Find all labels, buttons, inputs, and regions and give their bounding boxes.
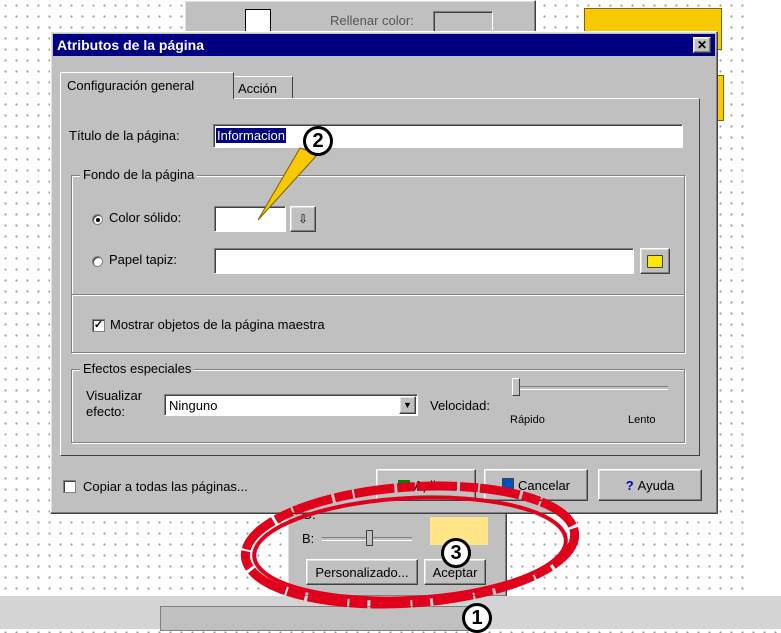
fill-color-label: Rellenar color: xyxy=(330,13,414,28)
cancel-button[interactable]: Cancelar xyxy=(484,469,588,501)
speed-slider-track[interactable] xyxy=(516,386,668,390)
close-button[interactable]: ✕ xyxy=(693,37,711,53)
tab-general[interactable]: Configuración general xyxy=(60,72,234,99)
page-title-input[interactable]: Informacion xyxy=(213,124,683,148)
b-slider-thumb[interactable] xyxy=(366,530,373,546)
effect-select-value: Ninguno xyxy=(169,398,218,413)
callout-3: 3 xyxy=(441,538,471,568)
solid-color-swatch[interactable] xyxy=(214,206,286,232)
chevron-down-icon: ▼ xyxy=(403,400,412,410)
arrow-down-icon: ⇩ xyxy=(297,212,309,226)
visualize-effect-label-2: efecto: xyxy=(86,404,126,419)
status-strip xyxy=(0,596,781,631)
dialog-title-bar[interactable]: Atributos de la página ✕ xyxy=(53,34,715,56)
page-attributes-dialog: Atributos de la página ✕ Configuración g… xyxy=(50,31,718,514)
solid-color-label[interactable]: Color sólido: xyxy=(109,210,181,225)
status-strip-pane xyxy=(160,606,482,631)
callout-2: 2 xyxy=(303,126,333,156)
show-master-checkbox[interactable]: ✓ xyxy=(92,319,105,332)
background-tool-icon xyxy=(245,9,271,33)
page-title-value: Informacion xyxy=(216,128,286,143)
apply-label: Aplicar xyxy=(414,477,454,493)
close-icon: ✕ xyxy=(696,38,708,52)
solid-color-dropdown-button[interactable]: ⇩ xyxy=(290,206,316,232)
copy-all-checkbox[interactable] xyxy=(63,480,76,493)
solid-color-radio[interactable] xyxy=(92,214,103,225)
help-button[interactable]: ? Ayuda xyxy=(598,469,702,501)
tab-action-label: Acción xyxy=(238,81,278,96)
apply-button[interactable]: Aplicar xyxy=(376,469,476,501)
background-group: Fondo de la página Color sólido: ⇩ Papel… xyxy=(71,167,685,353)
wallpaper-radio[interactable] xyxy=(92,256,103,267)
page-title-label: Título de la página: xyxy=(69,128,180,143)
wallpaper-label[interactable]: Papel tapiz: xyxy=(109,252,177,267)
folder-icon xyxy=(647,254,663,268)
speed-fast-label: Rápido xyxy=(510,414,545,426)
group-divider xyxy=(72,294,684,296)
show-master-label[interactable]: Mostrar objetos de la página maestra xyxy=(110,317,325,332)
help-icon: ? xyxy=(625,477,634,493)
speed-slow-label: Lento xyxy=(628,414,656,426)
speed-label: Velocidad: xyxy=(430,398,490,413)
browse-wallpaper-button[interactable] xyxy=(640,248,670,274)
right-edge-bar xyxy=(748,0,781,596)
background-group-legend: Fondo de la página xyxy=(80,167,198,182)
cancel-icon xyxy=(501,478,514,492)
tab-page: Título de la página: Informacion Fondo d… xyxy=(60,98,700,456)
b-label: B: xyxy=(302,531,315,546)
apply-icon xyxy=(398,480,411,490)
effects-group-legend: Efectos especiales xyxy=(80,361,195,376)
effect-select-dropdown[interactable]: ▼ xyxy=(399,396,416,414)
wallpaper-input[interactable] xyxy=(214,248,634,274)
tab-action[interactable]: Acción xyxy=(233,76,293,99)
copy-all-label[interactable]: Copiar a todas las páginas... xyxy=(83,479,248,494)
visualize-effect-label-1: Visualizar xyxy=(86,388,143,403)
dialog-title: Atributos de la página xyxy=(57,37,205,53)
help-label: Ayuda xyxy=(637,477,675,493)
effect-select[interactable]: Ninguno ▼ xyxy=(164,394,418,416)
custom-color-button[interactable]: Personalizado... xyxy=(306,559,418,585)
tab-general-label: Configuración general xyxy=(67,78,195,93)
cancel-label: Cancelar xyxy=(517,477,571,493)
effects-group: Efectos especiales Visualizar efecto: Ni… xyxy=(71,361,685,443)
speed-slider-thumb[interactable] xyxy=(512,378,520,396)
